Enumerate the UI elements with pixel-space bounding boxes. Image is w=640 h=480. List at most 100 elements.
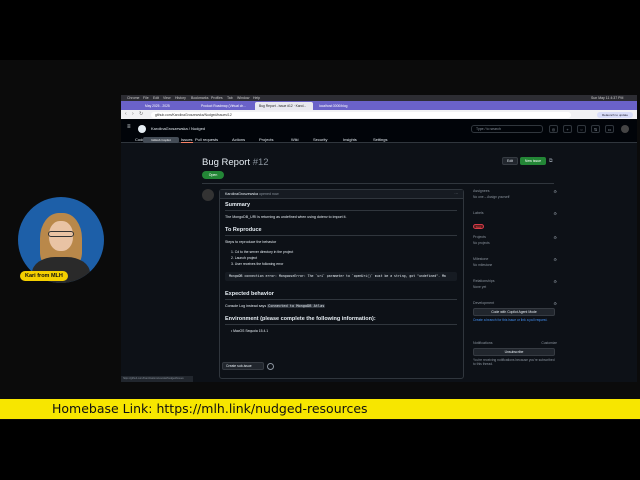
tab-settings[interactable]: Settings [373,137,387,142]
user-avatar[interactable] [621,125,629,133]
mac-menu-window[interactable]: Window [237,96,249,100]
assignees-value[interactable]: No one – Assign yourself [473,195,557,199]
tab-security[interactable]: Security [313,137,327,142]
link-status-bar: https://github.com/KarolinaGroszewska/Nu… [121,376,193,382]
resource-banner: Homebase Link: https://mlh.link/nudged-r… [0,399,640,419]
mac-menu-file[interactable]: File [143,96,149,100]
mac-menu-edit[interactable]: Edit [153,96,159,100]
development-value: Create a branch for this issue or link a… [473,318,557,322]
tab-wiki[interactable]: Wiki [291,137,299,142]
mac-clock: Sun May 11 4:37 PM [591,96,624,100]
sidebar-notifications: Notifications Customize Unsubscribe You'… [473,341,557,366]
search-input[interactable]: Type / to search [471,125,543,133]
presenter-glasses [48,231,74,237]
mac-menu-tab[interactable]: Tab [227,96,233,100]
menu-icon[interactable]: ≡ [127,124,131,130]
customize-link[interactable]: Customize [541,341,557,345]
mac-menu-profiles[interactable]: Profiles [211,96,223,100]
list-item: 3. User receives the following error [231,262,284,266]
pull-requests-icon[interactable]: ⇅ [591,125,600,133]
divider [202,183,554,184]
plus-icon[interactable]: + [563,125,572,133]
gear-icon[interactable]: ⚙ [553,189,557,194]
issues-icon[interactable]: ○ [577,125,586,133]
list-item: • MacOS Sequoia 15.4.1 [231,329,269,333]
back-icon[interactable]: ‹ [125,111,127,118]
create-sub-issue-button[interactable]: Create sub-issue [222,362,264,370]
sidebar-development: Development ⚙ Code with Copilot Agent Mo… [473,301,557,322]
summary-heading: Summary [225,202,251,208]
error-code-block: MongoDB connection error: MongooseError:… [225,272,457,281]
divider [225,324,457,325]
development-heading: Development [473,301,495,305]
browser-tab[interactable]: localhost:3000/blog [315,102,367,110]
labels-heading: Labels [473,211,484,215]
expected-heading: Expected behavior [225,291,274,297]
comment-body: Summary The MongoDB_URI is returning as … [225,202,460,333]
url-field[interactable]: github.com/KarolinaGroszewska/Nudged/iss… [151,111,571,118]
tab-insights[interactable]: Insights [343,137,357,142]
copilot-icon[interactable]: ◎ [549,125,558,133]
address-bar-row: ‹ › ↻ github.com/KarolinaGroszewska/Nudg… [121,110,637,119]
mac-menu-bookmarks[interactable]: Bookmarks [191,96,209,100]
browser-tab[interactable]: May 2025 - 2025 [141,102,195,110]
issue-title-text: Bug Report [202,157,251,168]
gear-icon[interactable]: ⚙ [553,211,557,216]
copilot-tooltip-badge: GitHub Copilot [143,137,179,143]
sidebar-labels: Labels ⚙ bug [473,211,557,233]
github-logo-icon[interactable] [138,125,146,133]
list-item: 1. Cd to the server directory in the pro… [231,250,294,254]
browser-tab-active[interactable]: Bug Report - issue #12 · KaroI... [255,102,313,110]
more-options-icon[interactable]: ··· [454,190,458,199]
tab-projects[interactable]: Projects [259,137,273,142]
summary-text: The MongoDB_URI is returning as undefine… [225,215,347,219]
list-item: 2. Launch project [231,256,258,260]
comment-header: KarolinaGroszewska opened now ··· [220,190,463,199]
gear-icon[interactable]: ⚙ [553,301,557,306]
milestone-heading: Milestone [473,257,489,261]
gear-icon[interactable]: ⚙ [553,257,557,262]
copy-link-icon[interactable]: ⧉ [549,158,553,164]
milestone-value: No milestone [473,263,493,267]
mac-menu-help[interactable]: Help [253,96,260,100]
browser-tabbar: May 2025 - 2025 Product Roadmap (Virtual… [121,101,637,110]
presenter-label: Kari from MLH [20,271,68,281]
mac-app-name: Chrome [127,96,140,100]
bug-label[interactable]: bug [473,224,485,229]
unsubscribe-button[interactable]: Unsubscribe [473,348,555,356]
relationships-heading: Relationships [473,279,495,283]
gear-icon[interactable]: ⚙ [553,235,557,240]
steps-list: 1. Cd to the server directory in the pro… [231,250,460,266]
divider [225,235,457,236]
gear-icon[interactable]: ⚙ [553,279,557,284]
tab-issues[interactable]: Issues [181,137,193,143]
expected-code: Connected to MongoDB Atlas [267,304,326,308]
repro-heading: To Reproduce [225,227,262,233]
relaunch-button[interactable]: Relaunch to update [597,111,633,118]
author-avatar[interactable] [202,189,214,201]
repo-breadcrumb[interactable]: KarolinaGroszewska / Nudged [151,126,205,131]
mac-menu-history[interactable]: History [175,96,186,100]
edit-button[interactable]: Edit [502,157,518,165]
repo-nav: Code GitHub Copilot Issues Pull requests… [121,137,637,145]
tab-pull-requests[interactable]: Pull requests [195,137,218,142]
copilot-agent-button[interactable]: Code with Copilot Agent Mode [473,308,555,316]
mac-menu-view[interactable]: View [163,96,171,100]
issue-comment: KarolinaGroszewska opened now ··· Summar… [219,189,464,379]
browser-tab[interactable]: Product Roadmap (Virtual ch... [197,102,253,110]
add-reaction-icon[interactable] [267,363,274,370]
tab-actions[interactable]: Actions [232,137,245,142]
video-frame: Chrome File Edit View History Bookmarks … [0,0,640,480]
author-link[interactable]: KarolinaGroszewska [225,192,258,196]
sidebar-milestone: Milestone ⚙ No milestone [473,257,557,267]
inbox-icon[interactable]: ▭ [605,125,614,133]
reload-icon[interactable]: ↻ [139,111,143,118]
repro-intro: Steps to reproduce the behavior [225,240,277,244]
banner-text: Homebase Link: https://mlh.link/nudged-r… [52,401,368,416]
new-issue-button[interactable]: New issue [520,157,546,165]
sidebar-assignees: Assignees ⚙ No one – Assign yourself [473,189,557,199]
divider [225,299,457,300]
create-branch-link[interactable]: Create a branch for this issue or link a… [473,318,547,322]
notifications-value: You're receiving notifications because y… [473,358,555,366]
forward-icon[interactable]: › [132,111,134,118]
